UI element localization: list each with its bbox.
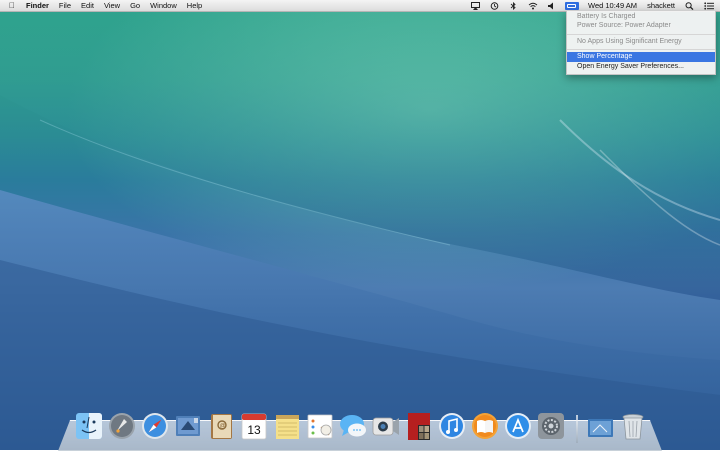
dock-messages[interactable] <box>338 411 368 441</box>
dock-launchpad[interactable] <box>107 411 137 441</box>
menu-help[interactable]: Help <box>182 0 207 11</box>
trash-icon <box>622 414 644 440</box>
app-store-icon <box>505 413 531 439</box>
time-machine-icon[interactable] <box>490 1 499 10</box>
dock-downloads-stack[interactable] <box>585 411 615 441</box>
dock-finder[interactable] <box>74 411 104 441</box>
dock-ibooks[interactable] <box>470 411 500 441</box>
battery-icon[interactable] <box>565 1 579 10</box>
calendar-day: 13 <box>247 423 261 437</box>
dock-notes[interactable] <box>272 411 302 441</box>
spotlight-icon[interactable] <box>685 1 694 10</box>
ibooks-icon <box>472 413 498 439</box>
wifi-icon[interactable] <box>528 2 538 10</box>
dock-calendar[interactable]: 13 <box>239 411 269 441</box>
dock-trash[interactable] <box>618 411 648 441</box>
dock-facetime[interactable] <box>371 411 401 441</box>
safari-icon <box>142 413 168 439</box>
volume-icon[interactable] <box>547 2 556 10</box>
menu-window[interactable]: Window <box>145 0 182 11</box>
show-percentage-label: Show Percentage <box>577 53 633 60</box>
dock-mail[interactable] <box>173 411 203 441</box>
messages-icon <box>340 415 366 437</box>
system-preferences-icon <box>538 413 564 439</box>
user-name[interactable]: shackett <box>642 0 680 11</box>
mail-icon <box>176 416 200 436</box>
menu-separator <box>567 49 715 50</box>
apple-icon[interactable]:  <box>0 0 21 11</box>
dock-contacts[interactable]: @ <box>206 411 236 441</box>
itunes-icon <box>439 413 465 439</box>
battery-menu: Battery Is Charged Power Source: Power A… <box>566 11 716 75</box>
dock-system-preferences[interactable] <box>536 411 566 441</box>
energy-saver-preferences-item[interactable]: Open Energy Saver Preferences... <box>577 63 684 70</box>
dock-safari[interactable] <box>140 411 170 441</box>
dock-itunes[interactable] <box>437 411 467 441</box>
notification-center-icon[interactable] <box>704 1 714 10</box>
power-source: Power Source: Power Adapter <box>577 22 671 29</box>
clock[interactable]: Wed 10:49 AM <box>583 0 642 11</box>
photo-booth-icon <box>408 413 430 440</box>
dock-reminders[interactable] <box>305 411 335 441</box>
airplay-icon[interactable] <box>471 1 480 10</box>
menu-go[interactable]: Go <box>125 0 145 11</box>
notes-icon <box>276 415 299 439</box>
app-menu-finder[interactable]: Finder <box>21 0 54 11</box>
dock-app-store[interactable] <box>503 411 533 441</box>
downloads-stack-icon <box>588 419 613 437</box>
dock-photo-booth[interactable] <box>404 411 434 441</box>
calendar-icon: 13 <box>241 413 267 440</box>
bluetooth-icon[interactable] <box>509 1 518 10</box>
launchpad-icon <box>109 413 135 439</box>
show-percentage-item[interactable]: Show Percentage <box>567 52 715 62</box>
energy-apps-status: No Apps Using Significant Energy <box>577 38 682 45</box>
svg-text:@: @ <box>220 423 226 429</box>
dock-separator <box>576 415 578 443</box>
contacts-icon: @ <box>211 414 232 439</box>
menu-file[interactable]: File <box>54 0 76 11</box>
menu-separator <box>567 34 715 35</box>
menu-view[interactable]: View <box>99 0 125 11</box>
reminders-icon <box>307 414 333 439</box>
finder-icon <box>76 413 102 439</box>
menu-edit[interactable]: Edit <box>76 0 99 11</box>
facetime-icon <box>372 417 399 436</box>
battery-status: Battery Is Charged <box>577 13 636 20</box>
